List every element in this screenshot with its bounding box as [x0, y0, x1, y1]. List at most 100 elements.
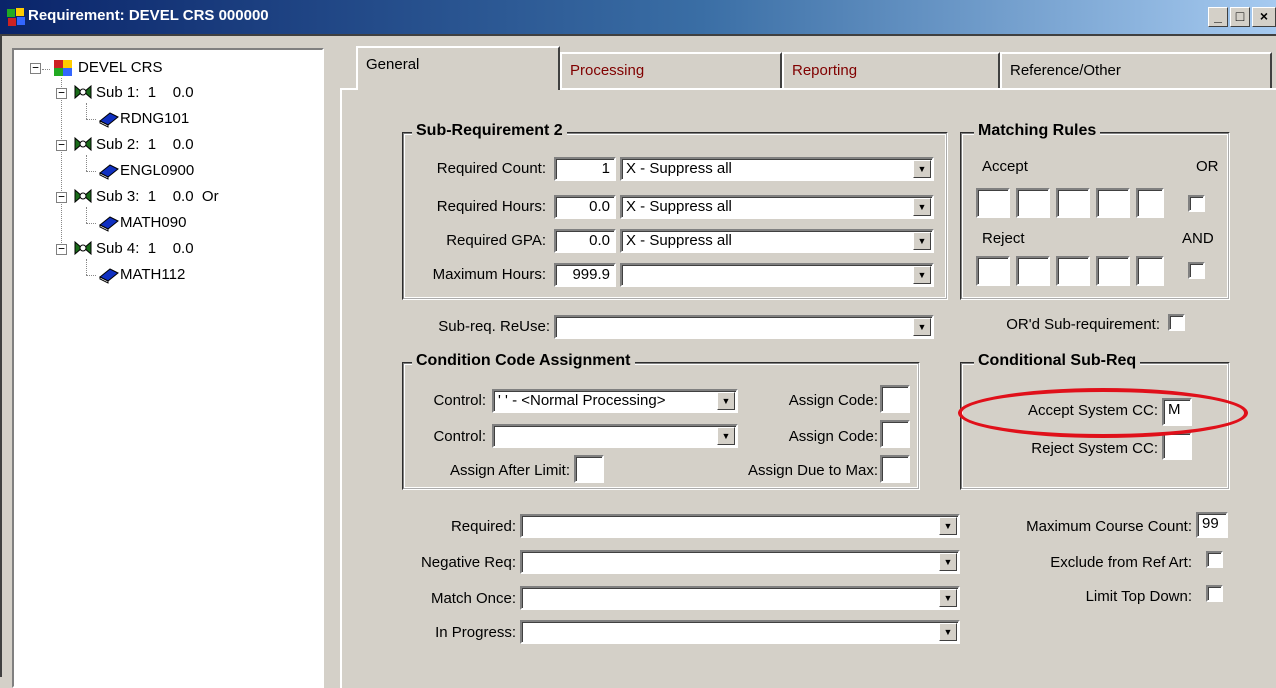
required-gpa-label: Required GPA:: [446, 232, 546, 249]
required-label: Required:: [450, 518, 516, 535]
negative-req-select[interactable]: ▼: [520, 550, 960, 574]
conditional-subreq-legend: Conditional Sub-Req: [974, 352, 1141, 370]
maximize-button[interactable]: □: [1230, 7, 1250, 27]
title-bar[interactable]: Requirement: DEVEL CRS 000000 _ □ ×: [0, 0, 1276, 36]
exclude-ref-art-label: Exclude from Ref Art:: [1050, 554, 1192, 571]
required-gpa-suppress-select[interactable]: X - Suppress all ▼: [620, 229, 934, 253]
sub4-collapse-icon[interactable]: −: [56, 243, 67, 255]
root-collapse-icon[interactable]: −: [30, 62, 41, 74]
highlight-circle-annotation: [958, 388, 1248, 438]
limit-top-down-label: Limit Top Down:: [1085, 588, 1192, 605]
required-gpa-input[interactable]: 0.0: [554, 229, 616, 253]
assign-code1-label: Assign Code:: [788, 392, 878, 409]
accept-code-input-3[interactable]: [1056, 188, 1090, 218]
chevron-down-icon[interactable]: ▼: [717, 427, 735, 445]
accept-code-input-4[interactable]: [1096, 188, 1130, 218]
control1-label: Control:: [433, 392, 486, 409]
chevron-down-icon[interactable]: ▼: [939, 589, 957, 607]
chevron-down-icon[interactable]: ▼: [939, 517, 957, 535]
chevron-down-icon[interactable]: ▼: [939, 623, 957, 641]
required-count-input[interactable]: 1: [554, 157, 616, 181]
assign-code1-input[interactable]: [880, 385, 910, 413]
chevron-down-icon[interactable]: ▼: [913, 160, 931, 178]
tree-course-label[interactable]: ENGL0900: [120, 162, 194, 179]
exclude-ref-art-checkbox[interactable]: [1206, 551, 1223, 568]
reject-code-input-2[interactable]: [1016, 256, 1050, 286]
required-count-suppress-select[interactable]: X - Suppress all ▼: [620, 157, 934, 181]
control2-label: Control:: [433, 428, 486, 445]
window-left-edge: [0, 36, 12, 677]
maximum-hours-select[interactable]: ▼: [620, 263, 934, 287]
tree-root-label[interactable]: DEVEL CRS: [78, 59, 162, 76]
course-book-icon: [99, 164, 119, 180]
required-hours-suppress-select[interactable]: X - Suppress all ▼: [620, 195, 934, 219]
tree-sub4-label[interactable]: Sub 4: 1 0.0: [96, 240, 194, 257]
course-book-icon: [99, 268, 119, 284]
chevron-down-icon[interactable]: ▼: [717, 392, 735, 410]
accept-code-input-2[interactable]: [1016, 188, 1050, 218]
control2-select[interactable]: ▼: [492, 424, 738, 448]
assign-due-to-max-label: Assign Due to Max:: [747, 462, 878, 479]
tab-general[interactable]: General: [356, 46, 560, 90]
subreq-reuse-select[interactable]: ▼: [554, 315, 934, 339]
assign-after-limit-input[interactable]: [574, 455, 604, 483]
reject-label: Reject: [982, 230, 1025, 247]
assign-due-to-max-input[interactable]: [880, 455, 910, 483]
limit-top-down-checkbox[interactable]: [1206, 585, 1223, 602]
app-icon: [7, 8, 25, 26]
in-progress-select[interactable]: ▼: [520, 620, 960, 644]
course-book-icon: [99, 112, 119, 128]
sub4-node-icon: [74, 240, 92, 256]
requirement-tree[interactable]: − DEVEL CRS − Sub 1: 1 0.0 RDNG101 − Sub…: [12, 48, 324, 688]
tree-sub1-label[interactable]: Sub 1: 1 0.0: [96, 84, 194, 101]
tree-course-label[interactable]: MATH090: [120, 214, 186, 231]
control1-select[interactable]: ' ' - <Normal Processing> ▼: [492, 389, 738, 413]
assign-after-limit-label: Assign After Limit:: [449, 462, 570, 479]
reject-code-input-1[interactable]: [976, 256, 1010, 286]
condition-code-legend: Condition Code Assignment: [412, 352, 635, 370]
sub3-node-icon: [74, 188, 92, 204]
accept-code-input-1[interactable]: [976, 188, 1010, 218]
reject-system-cc-input[interactable]: [1162, 432, 1192, 460]
ord-subrequirement-checkbox[interactable]: [1168, 314, 1185, 331]
assign-code2-input[interactable]: [880, 420, 910, 448]
accept-code-input-5[interactable]: [1136, 188, 1164, 218]
required-hours-input[interactable]: 0.0: [554, 195, 616, 219]
chevron-down-icon[interactable]: ▼: [913, 198, 931, 216]
match-once-label: Match Once:: [430, 590, 516, 607]
tree-course-label[interactable]: MATH112: [120, 266, 185, 283]
maximum-course-count-input[interactable]: 99: [1196, 512, 1228, 538]
sub1-node-icon: [74, 84, 92, 100]
close-button[interactable]: ×: [1252, 7, 1276, 27]
maximum-course-count-label: Maximum Course Count:: [1026, 518, 1192, 535]
tree-sub2-label[interactable]: Sub 2: 1 0.0: [96, 136, 194, 153]
tab-processing[interactable]: Processing: [560, 52, 782, 90]
tab-label: General: [366, 56, 420, 73]
sub3-collapse-icon[interactable]: −: [56, 191, 67, 203]
maximum-hours-label: Maximum Hours:: [432, 266, 546, 283]
reject-code-input-5[interactable]: [1136, 256, 1164, 286]
tab-reference-other[interactable]: Reference/Other: [1000, 52, 1272, 90]
chevron-down-icon[interactable]: ▼: [939, 553, 957, 571]
chevron-down-icon[interactable]: ▼: [913, 318, 931, 336]
reject-code-input-3[interactable]: [1056, 256, 1090, 286]
chevron-down-icon[interactable]: ▼: [913, 232, 931, 250]
tree-course-label[interactable]: RDNG101: [120, 110, 189, 127]
splitter[interactable]: [324, 36, 340, 677]
and-checkbox[interactable]: [1188, 262, 1205, 279]
tree-sub3-label[interactable]: Sub 3: 1 0.0 Or: [96, 188, 219, 205]
chevron-down-icon[interactable]: ▼: [913, 266, 931, 284]
reject-code-input-4[interactable]: [1096, 256, 1130, 286]
negative-req-label: Negative Req:: [420, 554, 516, 571]
minimize-button[interactable]: _: [1208, 7, 1228, 27]
tab-reporting[interactable]: Reporting: [782, 52, 1000, 90]
or-label: OR: [1196, 158, 1219, 175]
or-checkbox[interactable]: [1188, 195, 1205, 212]
maximum-hours-input[interactable]: 999.9: [554, 263, 616, 287]
sub1-collapse-icon[interactable]: −: [56, 87, 67, 99]
required-select[interactable]: ▼: [520, 514, 960, 538]
match-once-select[interactable]: ▼: [520, 586, 960, 610]
course-book-icon: [99, 216, 119, 232]
sub2-collapse-icon[interactable]: −: [56, 139, 67, 151]
tab-label: Processing: [570, 62, 645, 79]
